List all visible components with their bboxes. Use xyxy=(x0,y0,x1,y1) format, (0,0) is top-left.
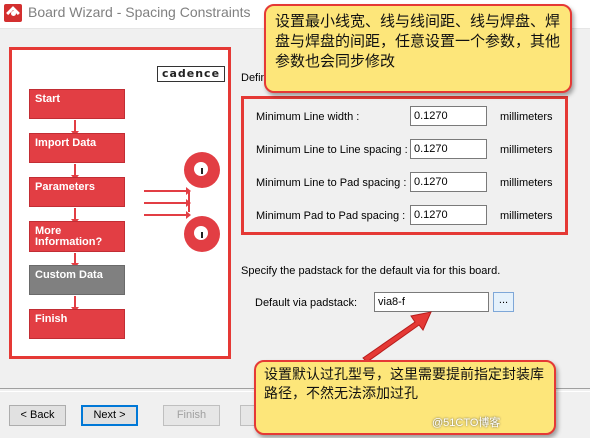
flow-arrow xyxy=(71,296,79,312)
trace-arrow xyxy=(144,187,191,195)
pad-icon xyxy=(184,152,220,188)
flow-step-start: Start xyxy=(29,89,125,119)
min-line-to-line-input[interactable]: 0.1270 xyxy=(410,139,487,159)
pad-icon xyxy=(184,216,220,252)
default-via-padstack-label: Default via padstack: xyxy=(255,297,358,309)
flow-arrow xyxy=(71,253,79,268)
flow-step-custom-data: Custom Data xyxy=(29,265,125,295)
padstack-hint: Specify the padstack for the default via… xyxy=(241,265,501,277)
app-icon xyxy=(4,4,22,22)
unit-label: millimeters xyxy=(500,210,553,222)
min-line-to-line-label: Minimum Line to Line spacing : xyxy=(256,144,408,156)
annotation-arrow-icon xyxy=(362,311,432,363)
min-line-width-label: Minimum Line width : xyxy=(256,111,360,123)
unit-label: millimeters xyxy=(500,177,553,189)
flow-step-parameters: Parameters xyxy=(29,177,125,207)
trace-arrow xyxy=(144,199,191,207)
wizard-flow-panel: cadence Start Import Data Parameters Mor… xyxy=(9,47,231,359)
min-line-to-pad-input[interactable]: 0.1270 xyxy=(410,172,487,192)
back-button[interactable]: < Back xyxy=(9,405,66,426)
watermark: @51CTO博客 xyxy=(432,417,501,429)
padstack-annotation-callout: 设置默认过孔型号，这里需要提前指定封装库路径，不然无法添加过孔 xyxy=(254,360,556,435)
finish-button[interactable]: Finish xyxy=(163,405,220,426)
cadence-logo: cadence xyxy=(157,66,225,82)
flow-arrow xyxy=(71,208,79,224)
flow-step-finish: Finish xyxy=(29,309,125,339)
unit-label: millimeters xyxy=(500,144,553,156)
spacing-marker xyxy=(188,192,190,212)
browse-padstack-button[interactable]: ... xyxy=(493,292,514,312)
min-line-width-input[interactable]: 0.1270 xyxy=(410,106,487,126)
min-pad-to-pad-input[interactable]: 0.1270 xyxy=(410,205,487,225)
flow-step-import-data: Import Data xyxy=(29,133,125,163)
next-button[interactable]: Next > xyxy=(81,405,138,426)
window-title: Board Wizard - Spacing Constraints xyxy=(28,4,251,20)
min-line-to-pad-label: Minimum Line to Pad spacing : xyxy=(256,177,407,189)
trace-arrow xyxy=(144,211,191,219)
constraints-group-label: Defin xyxy=(241,72,267,84)
min-pad-to-pad-label: Minimum Pad to Pad spacing : xyxy=(256,210,406,222)
spacing-annotation-callout: 设置最小线宽、线与线间距、线与焊盘、焊盘与焊盘的间距，任意设置一个参数，其他参数… xyxy=(264,4,572,93)
flow-arrow xyxy=(71,120,79,136)
flow-arrow xyxy=(71,164,79,180)
unit-label: millimeters xyxy=(500,111,553,123)
flow-step-more-information: More Information? xyxy=(29,221,125,252)
